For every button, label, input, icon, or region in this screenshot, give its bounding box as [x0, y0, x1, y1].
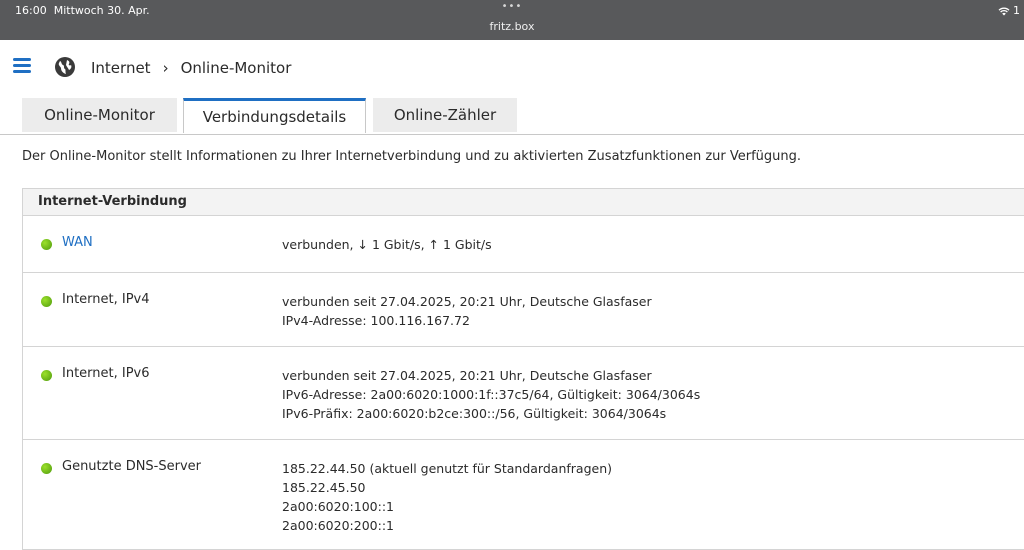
status-dot-icon [41, 296, 52, 307]
status-dot-icon [41, 239, 52, 250]
internet-connection-panel: Internet-Verbindung WAN verbunden, ↓ 1 G… [22, 188, 1024, 550]
value-line: 2a00:6020:200::1 [282, 518, 394, 533]
tab-verbindungsdetails[interactable]: Verbindungsdetails [183, 98, 366, 133]
value-line: verbunden seit 27.04.2025, 20:21 Uhr, De… [282, 294, 652, 309]
globe-icon [55, 57, 75, 77]
row-values: verbunden seit 27.04.2025, 20:21 Uhr, De… [282, 366, 700, 423]
chevron-right-icon: › [162, 59, 169, 77]
value-line: 185.22.45.50 [282, 480, 366, 495]
wifi-icon-glyph [998, 7, 1010, 15]
row-values: 185.22.44.50 (aktuell genutzt für Standa… [282, 459, 612, 535]
value-line: 2a00:6020:100::1 [282, 499, 394, 514]
row-values: verbunden, ↓ 1 Gbit/s, ↑ 1 Gbit/s [282, 235, 492, 254]
tab-bar: Online-Monitor Verbindungsdetails Online… [0, 96, 1024, 135]
wifi-icon: 1 [998, 4, 1020, 17]
tab-dots[interactable]: ••• [0, 1, 1024, 12]
wan-link[interactable]: WAN [62, 235, 93, 250]
value-line: IPv6-Präfix: 2a00:6020:b2ce:300::/56, Gü… [282, 406, 667, 421]
breadcrumb-internet[interactable]: Internet [91, 59, 151, 77]
panel-title: Internet-Verbindung [23, 189, 1024, 216]
page-header: Internet › Online-Monitor [0, 40, 1024, 96]
address-bar-url[interactable]: fritz.box [0, 20, 1024, 33]
tab-online-monitor[interactable]: Online-Monitor [22, 98, 177, 132]
status-dot-icon [41, 370, 52, 381]
table-row: WAN verbunden, ↓ 1 Gbit/s, ↑ 1 Gbit/s [23, 216, 1024, 273]
status-dot-icon [41, 463, 52, 474]
value-line: IPv6-Adresse: 2a00:6020:1000:1f::37c5/64… [282, 387, 701, 402]
browser-status-bar: 16:00 Mittwoch 30. Apr. ••• fritz.box 1 [0, 0, 1024, 40]
value-line: verbunden seit 27.04.2025, 20:21 Uhr, De… [282, 368, 652, 383]
breadcrumb: Internet › Online-Monitor [91, 59, 291, 77]
row-label: Genutzte DNS-Server [62, 459, 202, 474]
table-row: Internet, IPv6 verbunden seit 27.04.2025… [23, 347, 1024, 440]
battery-text: 1 [1013, 4, 1020, 17]
row-values: verbunden seit 27.04.2025, 20:21 Uhr, De… [282, 292, 652, 330]
tab-online-zaehler[interactable]: Online-Zähler [373, 98, 517, 132]
value-line: IPv4-Adresse: 100.116.167.72 [282, 313, 470, 328]
value-line: 185.22.44.50 (aktuell genutzt für Standa… [282, 461, 612, 476]
intro-text: Der Online-Monitor stellt Informationen … [22, 149, 802, 164]
breadcrumb-online-monitor: Online-Monitor [180, 59, 292, 77]
row-label: Internet, IPv6 [62, 366, 150, 381]
table-row: Genutzte DNS-Server 185.22.44.50 (aktuel… [23, 440, 1024, 550]
value-line: verbunden, ↓ 1 Gbit/s, ↑ 1 Gbit/s [282, 237, 492, 252]
row-label: Internet, IPv4 [62, 292, 150, 307]
table-row: Internet, IPv4 verbunden seit 27.04.2025… [23, 273, 1024, 347]
hamburger-menu-icon[interactable] [13, 58, 31, 74]
